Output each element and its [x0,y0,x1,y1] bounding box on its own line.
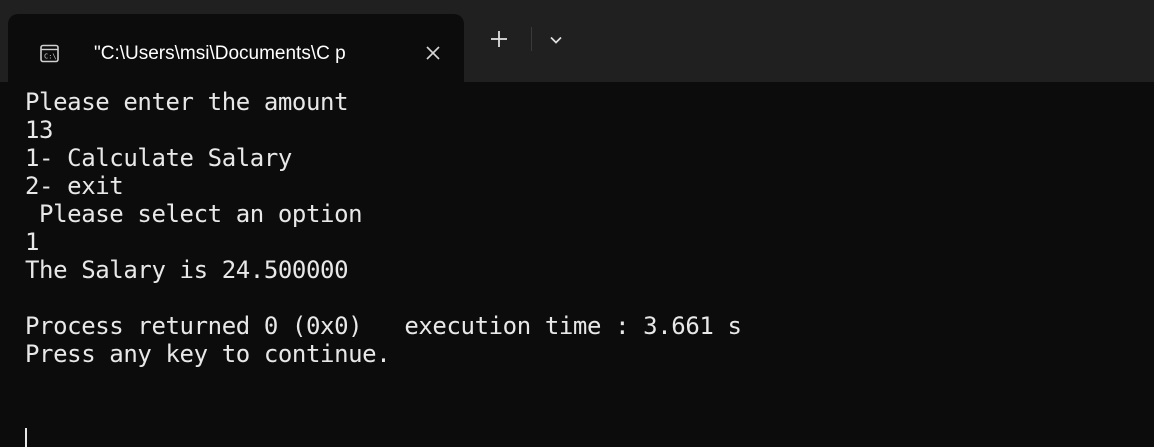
console-line: Process returned 0 (0x0) execution time … [25,312,742,340]
console-line: 13 [25,116,54,144]
console-lines: Please enter the amount 13 1- Calculate … [25,88,742,368]
tab-title: "C:\Users\msi\Documents\C p [94,43,346,64]
console-line: 2- exit [25,172,124,200]
tab-active[interactable]: C:\ "C:\Users\msi\Documents\C p [8,14,464,82]
tab-bar: C:\ "C:\Users\msi\Documents\C p [0,0,1154,82]
console-line: Please enter the amount [25,88,349,116]
console-line: 1 [25,228,40,256]
chevron-down-icon[interactable] [549,33,563,47]
console-line: Please select an option [25,200,363,228]
text-cursor [25,428,27,447]
plus-icon[interactable] [489,29,509,49]
console-line: The Salary is 24.500000 [25,256,349,284]
console-line: Press any key to continue. [25,340,391,368]
close-icon[interactable] [424,44,442,62]
console-line: 1- Calculate Salary [25,144,292,172]
console-output-area[interactable]: Please enter the amount 13 1- Calculate … [0,82,1154,447]
terminal-app-icon: C:\ [40,44,59,63]
tab-divider [531,27,532,51]
svg-text:C:\: C:\ [44,53,57,61]
terminal-window: C:\ "C:\Users\msi\Documents\C p Please e… [0,0,1154,447]
